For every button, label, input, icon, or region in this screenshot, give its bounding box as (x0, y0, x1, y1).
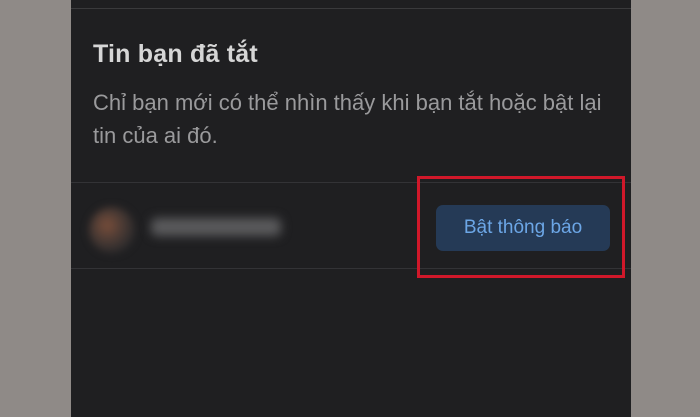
contact-name-blurred (151, 218, 281, 236)
highlight-annotation-box (417, 176, 625, 278)
section-description: Chỉ bạn mới có thể nhìn thấy khi bạn tắt… (93, 90, 602, 148)
divider (71, 8, 631, 9)
avatar (89, 207, 135, 253)
section-title: Tin bạn đã tắt (93, 40, 258, 68)
phone-screen: Tin bạn đã tắt Chỉ bạn mới có thể nhìn t… (71, 0, 631, 417)
